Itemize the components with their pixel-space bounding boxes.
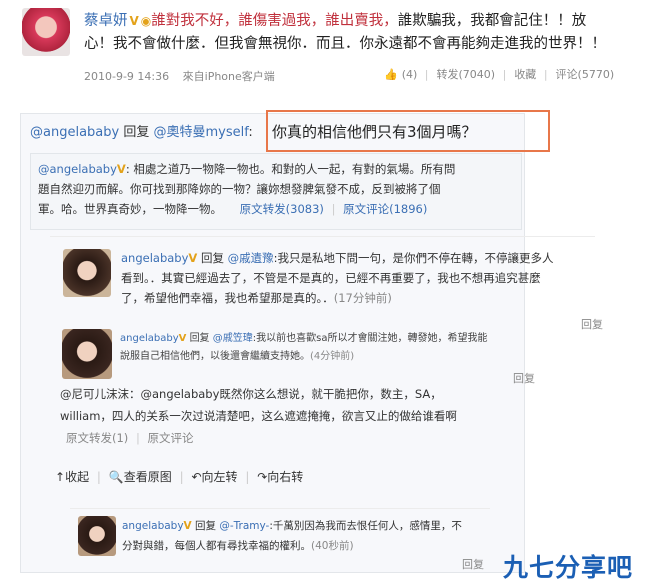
forwarded-repost-link[interactable]: 原文转发(1)	[66, 431, 128, 445]
quoted-verified-icon: V	[116, 162, 126, 176]
reply-main-action: 回复	[123, 125, 150, 140]
like-count[interactable]: (4)	[402, 68, 418, 81]
comment-text: angelababyV 回复 @戚笠瑋:我以前也喜歡sa所以才會關注她，轉發她，…	[120, 330, 540, 366]
arrow-up-icon: ↑	[55, 470, 66, 484]
comment-line3: 了，希望他們幸福，我也希望那是真的。．	[121, 291, 334, 305]
comment-line2: 說服自己相信他們，以後還會繼續支持她。	[120, 351, 310, 362]
comment-line2: 看到。．其實已經過去了，不管是不是真的，已經不再重要了，我也不想再追究甚麼	[121, 271, 541, 285]
comment-action: 回复	[189, 333, 210, 344]
magnifier-icon: 🔍	[108, 470, 124, 484]
verified-icon: V	[183, 520, 192, 532]
comment-action: 回复	[195, 520, 217, 532]
comment-text: angelababyV 回复 @-Tramy-:千萬別因為我而去恨任何人，感情里…	[122, 516, 492, 556]
comment-line1: :我只是私地下問一句，是你們不停在轉，不停讓更多人	[273, 251, 554, 265]
comment-reply-link[interactable]: 回复	[462, 556, 484, 572]
comment-action: 回复	[200, 251, 224, 265]
comment-reply-link[interactable]: 回复	[581, 316, 603, 332]
rotate-right-button[interactable]: ↷向右转	[257, 470, 303, 484]
comment-avatar[interactable]	[62, 329, 112, 379]
reply-main-text: 你真的相信他們只有3個月嗎？	[272, 123, 477, 141]
comment-link[interactable]: 评论(5770)	[556, 68, 615, 81]
rotate-right-icon: ↷	[257, 470, 268, 484]
view-original-button[interactable]: 🔍查看原图	[109, 470, 172, 484]
collapse-button[interactable]: ↑收起	[55, 470, 89, 484]
post-actions: 👍 (4) | 转发(7040) | 收藏 | 评论(5770)	[384, 68, 615, 81]
forwarded-line2: william，四人的关系一次过说清楚吧，这么遮遮掩掩，欲言又止的做给谁看啊	[60, 409, 457, 423]
post-source[interactable]: 來自iPhone客户端	[183, 70, 275, 83]
forwarded-line1: @尼可儿沫沫：@angelababy既然你这么想说，就干脆把你，数主，SA，	[60, 387, 442, 401]
comment-line2: 分對與錯，每個人都有尋找幸福的權利。	[122, 540, 311, 552]
quoted-user[interactable]: @angelababy	[38, 162, 117, 176]
comment-target[interactable]: @戚遺豫	[228, 251, 274, 265]
watermark-logo: 九七分享吧	[503, 553, 634, 582]
post-text-rest: 誰欺騙我，我都會記住！！放	[397, 13, 587, 29]
post-text-line2: 心！我不會做什麼．但我會無視你．而且．你永遠都不會再能夠走進我的世界！！	[84, 36, 606, 52]
comment-time: (4分钟前)	[310, 351, 355, 362]
comment-user[interactable]: angelababy	[122, 520, 184, 532]
reply-main-target[interactable]: @奧特曼myself	[154, 125, 249, 140]
like-icon[interactable]: 👍	[384, 68, 398, 81]
comment-time: (40秒前)	[311, 540, 354, 552]
quoted-line1: : 相處之道乃一物降一物也。和對的人一起，有對的氣場。所有問	[125, 162, 456, 176]
rotate-left-button[interactable]: ↶向左转	[191, 470, 237, 484]
quoted-text: @angelababyV: 相處之道乃一物降一物也。和對的人一起，有對的氣場。所…	[38, 162, 456, 216]
comment-time: (17分钟前)	[333, 291, 392, 305]
forwarded-comment-link[interactable]: 原文评论	[147, 431, 193, 445]
reply-main: @angelababy 回复 @奧特曼myself:	[30, 121, 253, 140]
author-avatar[interactable]	[22, 8, 70, 56]
comment-target[interactable]: @-Tramy-	[219, 520, 269, 532]
author-name[interactable]: 蔡卓妍	[84, 13, 128, 29]
comment-user[interactable]: angelababy	[121, 251, 188, 265]
forwarded-text: @尼可儿沫沫：@angelababy既然你这么想说，就干脆把你，数主，SA， w…	[60, 387, 457, 445]
post-body: 蔡卓妍 V ◉誰對我不好，誰傷害過我，誰出賣我，誰欺騙我，我都會記住！！放 心！我不…	[84, 10, 644, 56]
verified-icon: V	[178, 333, 187, 344]
fav-link[interactable]: 收藏	[514, 68, 536, 81]
comment-avatar[interactable]	[78, 516, 116, 556]
verified-icon: V	[129, 14, 139, 28]
post-time: 2010-9-9 14:36	[84, 70, 170, 83]
medal-icon: ◉	[140, 14, 152, 28]
comment-user[interactable]: angelababy	[120, 333, 179, 344]
rotate-left-icon: ↶	[191, 470, 202, 484]
reply-main-user[interactable]: @angelababy	[30, 125, 119, 140]
quoted-line2: 題自然迎刃而解。你可找到那降妳的一物？讓妳想發脾氣發不成，反到被將了個	[38, 182, 441, 196]
quoted-comment-link[interactable]: 原文评论(1896)	[343, 202, 427, 216]
reply-main-colon: :	[248, 125, 253, 140]
quoted-line3: 軍。哈。世界真奇妙，一物降一物。	[38, 202, 222, 216]
verified-icon: V	[188, 251, 198, 265]
comment-avatar[interactable]	[63, 249, 111, 297]
post-text-red: 誰對我不好，誰傷害過我，誰出賣我，	[151, 13, 398, 29]
comment-line1: :千萬別因為我而去恨任何人，感情里，不	[269, 520, 462, 532]
repost-link[interactable]: 转发(7040)	[437, 68, 496, 81]
post-meta: 2010-9-9 14:36 來自iPhone客户端	[84, 68, 275, 84]
comment-text: angelababyV 回复 @戚遺豫:我只是私地下問一句，是你們不停在轉，不停…	[121, 248, 591, 308]
image-toolbar: ↑收起 | 🔍查看原图 | ↶向左转 | ↷向右转	[55, 470, 304, 484]
comment-line1: :我以前也喜歡sa所以才會關注她，轉發她，希望我能	[252, 333, 488, 344]
comment-target[interactable]: @戚笠瑋	[213, 333, 253, 344]
quoted-repost-link[interactable]: 原文转发(3083)	[240, 202, 324, 216]
